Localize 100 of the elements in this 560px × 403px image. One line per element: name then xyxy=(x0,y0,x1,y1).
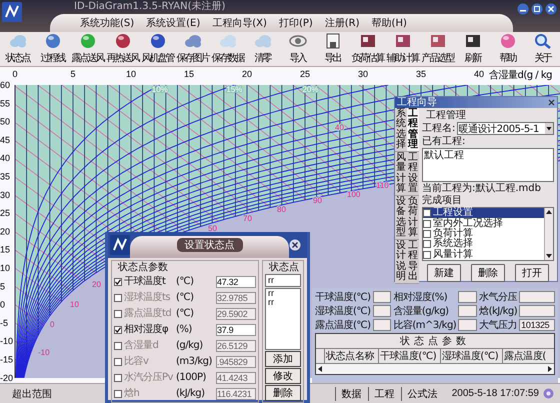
close-icon[interactable] xyxy=(548,99,555,106)
toolbar-button[interactable]: 导入 xyxy=(280,32,315,66)
vertical-tab[interactable]: 负荷计算 xyxy=(407,196,419,240)
panel-button[interactable]: 删除 xyxy=(471,264,505,282)
vertical-tab[interactable]: 工程管理 xyxy=(407,108,419,152)
menu-item[interactable]: 工程向导(X) xyxy=(212,16,267,30)
scroll-up-icon[interactable] xyxy=(545,208,553,216)
maximize-icon[interactable] xyxy=(531,3,543,15)
list-item[interactable]: 风量计算 xyxy=(423,250,544,260)
value-field[interactable] xyxy=(458,319,478,331)
unit-label: (100P) xyxy=(176,372,207,383)
dialog-button[interactable]: 修改 xyxy=(265,368,301,384)
toolbar-button[interactable]: 保存图片 xyxy=(175,32,210,66)
checkbox[interactable] xyxy=(114,342,122,350)
value-field[interactable]: 29.5902 xyxy=(216,308,256,320)
curve-label: 80 xyxy=(277,205,286,214)
toolbar-button[interactable]: 露点送风 xyxy=(70,32,105,66)
point-name-field[interactable]: rr xyxy=(265,274,301,287)
value-field[interactable]: .945829 xyxy=(216,356,256,368)
toolbar-button[interactable]: 帮助 xyxy=(490,32,525,66)
list-item[interactable]: 系统选择 xyxy=(423,239,544,250)
value-field[interactable] xyxy=(458,291,478,303)
value-field[interactable]: 26.5129 xyxy=(216,340,256,352)
axis-label: 45 xyxy=(0,134,10,145)
list-item[interactable]: 室内外工况选择 xyxy=(423,218,544,229)
toolbar-button[interactable]: 过程线 xyxy=(35,32,70,66)
close-icon[interactable] xyxy=(545,3,557,15)
checkbox[interactable] xyxy=(114,294,122,302)
value-field[interactable]: 41.4243 xyxy=(216,372,256,384)
menu-item[interactable]: 系统功能(S) xyxy=(80,16,134,30)
vertical-tab[interactable]: 风量计算 xyxy=(395,152,407,196)
checkbox[interactable] xyxy=(114,326,122,334)
toolbar-button[interactable]: 风机盘管 xyxy=(140,32,175,66)
value-field[interactable]: 37.9 xyxy=(216,324,256,336)
toolbar-button[interactable]: 刷新 xyxy=(455,32,490,66)
value-field[interactable]: 32.9785 xyxy=(216,292,256,304)
parameter-label: 水汽分压Pv xyxy=(124,372,174,383)
menu-item[interactable]: 打印(P) xyxy=(278,16,313,30)
checkbox[interactable] xyxy=(423,209,431,218)
value-field[interactable]: 116.4231 xyxy=(216,388,256,400)
value-field[interactable] xyxy=(372,305,392,317)
value-field[interactable] xyxy=(519,291,555,303)
value-field[interactable]: 47.32 xyxy=(216,276,256,288)
checkbox[interactable] xyxy=(423,240,431,248)
field-label: 焓(kJ/kg) xyxy=(479,306,518,316)
checkbox[interactable] xyxy=(423,230,431,238)
status-tab[interactable]: 数据 xyxy=(334,386,368,400)
list-item[interactable]: rr xyxy=(268,298,300,307)
panel-button[interactable]: 新建 xyxy=(427,264,461,282)
toolbar-button[interactable]: 再热送风 xyxy=(105,32,140,66)
toolbar-button[interactable]: 关于 xyxy=(525,32,560,66)
panel-button[interactable]: 打开 xyxy=(515,264,549,282)
menu-item[interactable]: 帮助(H) xyxy=(372,16,407,30)
dialog-button[interactable]: 添加 xyxy=(265,351,301,367)
vertical-tab[interactable]: 设计说明 xyxy=(395,240,407,284)
field-label: 相对湿度(%) xyxy=(393,292,448,302)
menu-item[interactable]: 注册(R) xyxy=(324,16,360,30)
existing-projects-box[interactable]: 默认工程 xyxy=(422,148,554,182)
project-entry[interactable]: 默认工程 xyxy=(424,150,552,161)
dialog-button[interactable]: 删除 xyxy=(265,385,301,401)
field-label: 比容(m^3/kg) xyxy=(393,320,456,330)
toolbar-button[interactable]: 负荷估算 xyxy=(350,32,385,66)
value-field[interactable] xyxy=(372,319,392,331)
value-field[interactable] xyxy=(458,305,478,317)
checkbox[interactable] xyxy=(114,278,122,286)
toolbar-button[interactable]: 保存数据 xyxy=(210,32,245,66)
value-field[interactable] xyxy=(519,305,555,317)
menu-item[interactable]: 系统设置(E) xyxy=(146,16,200,30)
toolbar-button[interactable]: 产品选型 xyxy=(420,32,455,66)
item-label: 系统选择 xyxy=(433,239,473,250)
toolbar-button[interactable]: 状态点 xyxy=(0,32,35,66)
value-field[interactable] xyxy=(372,291,392,303)
vertical-tab[interactable]: 设备选型 xyxy=(395,196,407,240)
axis-label: 30 xyxy=(358,69,368,79)
vertical-tab[interactable]: 工程导出 xyxy=(407,240,419,284)
scroll-down-icon[interactable] xyxy=(545,252,553,260)
toolbar-button[interactable]: 导出 xyxy=(315,32,350,66)
status-tab[interactable]: 公式法 xyxy=(400,386,444,400)
checkbox[interactable] xyxy=(114,358,122,366)
list-item[interactable]: rr xyxy=(268,289,300,298)
close-icon[interactable] xyxy=(289,239,301,251)
vertical-tab[interactable]: 工程设置 xyxy=(407,152,419,196)
list-item[interactable]: 工程设置 xyxy=(423,208,544,218)
toolbar-button[interactable]: 清零 xyxy=(245,32,280,66)
checkbox[interactable] xyxy=(114,374,122,382)
vertical-tab[interactable]: 系统选择 xyxy=(395,108,407,152)
panel-title: 工程向导 xyxy=(397,97,437,108)
project-name-dropdown[interactable]: 暖通设计2005-5-1 xyxy=(457,122,554,135)
status-tab[interactable]: 工程 xyxy=(368,386,401,400)
toolbar-button[interactable]: 辅助计算 xyxy=(385,32,420,66)
checkbox[interactable] xyxy=(423,250,431,259)
checkbox[interactable] xyxy=(423,220,431,228)
axis-label: -15 xyxy=(0,354,14,364)
group-title: 工程管理 xyxy=(425,110,467,121)
item-label: 工程设置 xyxy=(433,208,473,218)
value-field[interactable]: 101325 xyxy=(519,319,555,331)
checkbox[interactable] xyxy=(114,390,122,398)
checkbox[interactable] xyxy=(114,310,122,318)
caret-icon[interactable] xyxy=(545,123,553,134)
minimize-icon[interactable] xyxy=(517,3,529,15)
